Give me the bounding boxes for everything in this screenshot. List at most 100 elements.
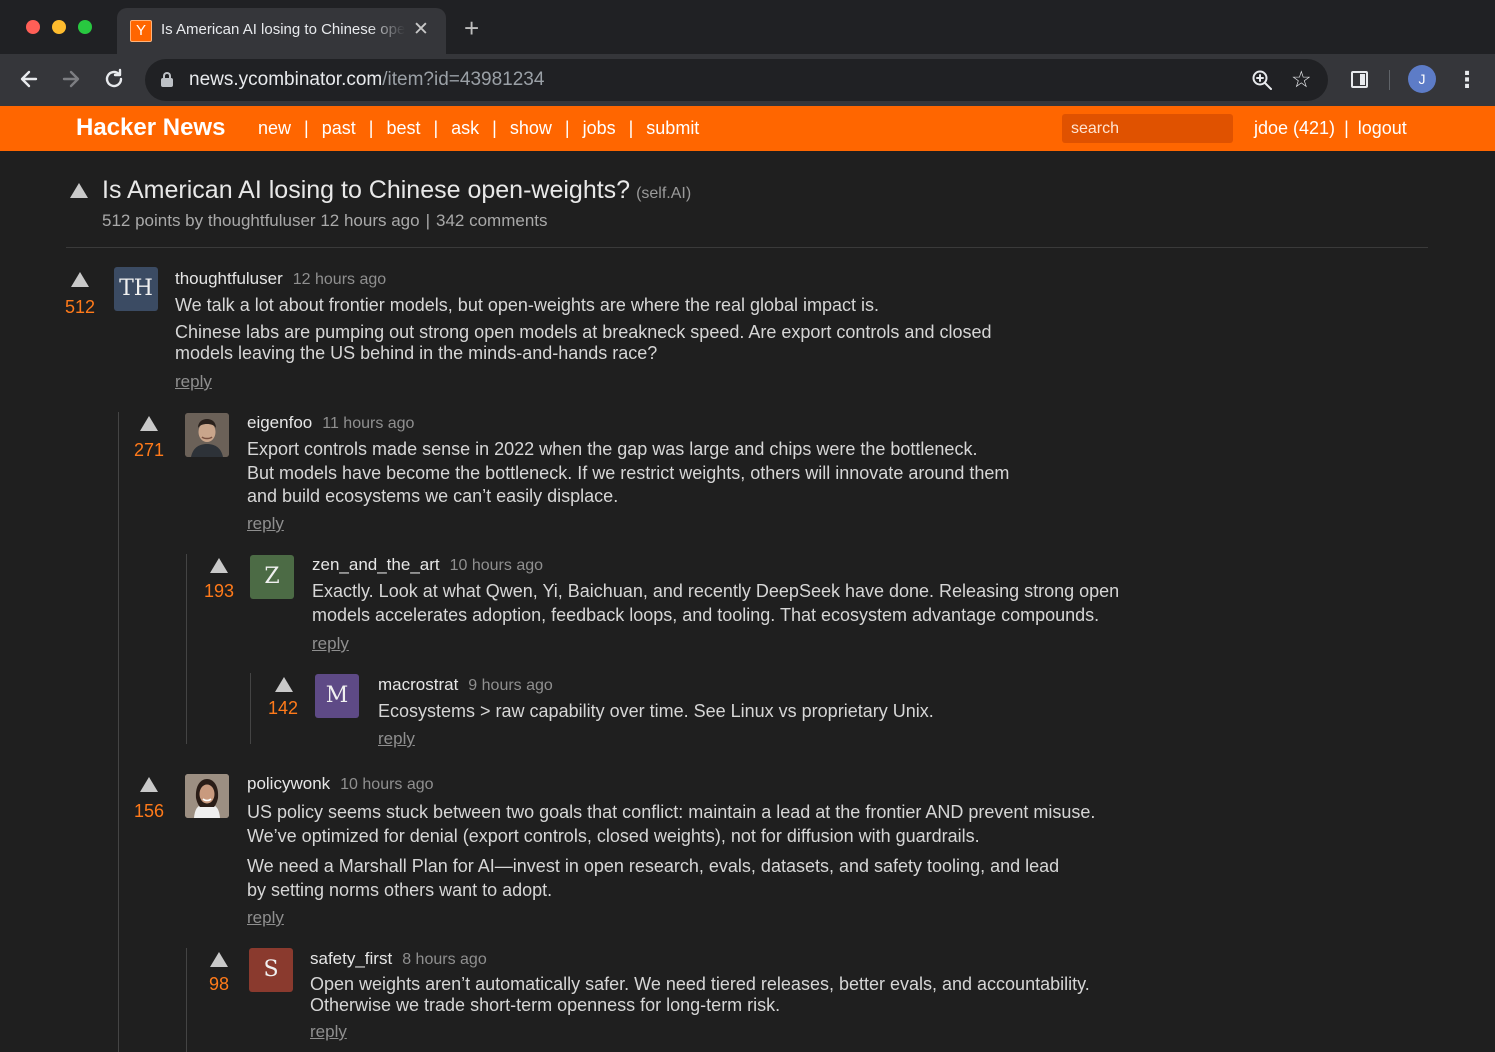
comment-username[interactable]: zen_and_the_art <box>312 555 440 574</box>
thread-line <box>250 673 251 744</box>
thread-line <box>186 948 187 1052</box>
divider <box>66 247 1428 248</box>
comment-age[interactable]: 10 hours ago <box>450 557 543 574</box>
comment-text: Export controls made sense in 2022 when … <box>247 439 978 459</box>
reply-link[interactable]: reply <box>310 1022 347 1042</box>
browser-titlebar: Y Is American AI losing to Chinese open-… <box>0 0 1495 54</box>
comment-header: policywonk 10 hours ago <box>247 774 434 794</box>
address-bar[interactable]: news.ycombinator.com/item?id=43981234 ☆ <box>145 59 1328 101</box>
comment-age[interactable]: 12 hours ago <box>293 271 386 288</box>
comment-text: US policy seems stuck between two goals … <box>247 802 1096 822</box>
comment-age[interactable]: 11 hours ago <box>322 415 414 432</box>
avatar: M <box>315 674 359 718</box>
comment-age[interactable]: 10 hours ago <box>340 776 433 793</box>
reply-link[interactable]: reply <box>378 729 415 749</box>
comment-text: Exactly. Look at what Qwen, Yi, Baichuan… <box>312 581 1120 601</box>
window-minimize-button[interactable] <box>52 20 66 34</box>
tab-title: Is American AI losing to Chinese open-we… <box>161 21 405 38</box>
reply-link[interactable]: reply <box>175 372 212 392</box>
comment-text: We talk a lot about frontier models, but… <box>175 295 880 315</box>
comment-score: 98 <box>208 974 230 994</box>
nav-show[interactable]: show <box>510 118 552 138</box>
lock-icon[interactable] <box>161 72 173 88</box>
comment-age[interactable]: 8 hours ago <box>402 951 487 968</box>
nav-ask[interactable]: ask <box>451 118 479 138</box>
reply-link[interactable]: reply <box>247 908 284 928</box>
window-close-button[interactable] <box>26 20 40 34</box>
back-arrow-icon[interactable] <box>14 64 44 94</box>
user-link[interactable]: jdoe (421) <box>1254 118 1335 138</box>
forward-arrow-icon[interactable] <box>56 64 86 94</box>
reply-link[interactable]: reply <box>247 514 284 534</box>
nav-best[interactable]: best <box>386 118 420 138</box>
comment-score: 193 <box>203 581 235 601</box>
story-title: Is American AI losing to Chinese open-we… <box>102 176 691 205</box>
nav-submit[interactable]: submit <box>646 118 699 138</box>
comment-score: 271 <box>133 440 165 460</box>
comment-text: Ecosystems > raw capability over time. S… <box>378 701 934 721</box>
upvote-icon[interactable] <box>210 952 228 967</box>
person-photo-icon <box>185 413 229 457</box>
comment-text: models accelerates adoption, feedback lo… <box>312 605 1100 625</box>
url-path: /item?id=43981234 <box>382 69 545 90</box>
plus-icon[interactable]: + <box>464 14 479 42</box>
upvote-icon[interactable] <box>275 677 293 692</box>
thread-line <box>118 412 119 1052</box>
comment-age[interactable]: 9 hours ago <box>468 677 553 694</box>
upvote-icon[interactable] <box>210 558 228 573</box>
avatar <box>185 774 229 818</box>
hn-logo[interactable]: Hacker News <box>76 114 225 142</box>
comment-text: Chinese labs are pumping out strong open… <box>175 322 992 342</box>
search-input[interactable] <box>1062 114 1233 143</box>
toolbar-divider <box>1389 70 1390 90</box>
hn-header: Hacker News new | past | best | ask | show | jobs |… <box>0 106 1495 151</box>
url-host: news.ycombinator.com <box>189 69 383 90</box>
story-title-link[interactable]: Is American AI losing to Chinese open-we… <box>102 176 630 204</box>
comment-username[interactable]: safety_first <box>310 949 392 968</box>
upvote-icon[interactable] <box>140 777 158 792</box>
window-maximize-button[interactable] <box>78 20 92 34</box>
browser-tab[interactable]: Y Is American AI losing to Chinese open-… <box>117 8 446 54</box>
comment-header: macrostrat 9 hours ago <box>378 675 553 695</box>
nav-past[interactable]: past <box>322 118 356 138</box>
reload-icon[interactable] <box>99 64 129 94</box>
star-icon[interactable]: ☆ <box>1291 65 1312 93</box>
story-domain[interactable]: (self.AI) <box>636 185 691 202</box>
comment-header: thoughtfuluser 12 hours ago <box>175 269 386 289</box>
avatar: Z <box>250 555 294 599</box>
comment-username[interactable]: thoughtfuluser <box>175 269 283 288</box>
comment-score: 142 <box>267 698 299 718</box>
comment-username[interactable]: macrostrat <box>378 675 458 694</box>
thread-line <box>186 554 187 744</box>
comment-text: We need a Marshall Plan for AI—invest in… <box>247 856 1060 876</box>
side-panel-icon[interactable] <box>1351 71 1368 88</box>
url-text[interactable]: news.ycombinator.com/item?id=43981234 <box>189 69 544 91</box>
upvote-icon[interactable] <box>140 416 158 431</box>
nav-new[interactable]: new <box>258 118 291 138</box>
comment-score: 156 <box>133 801 165 821</box>
comment-text: Open weights aren’t automatically safer.… <box>310 974 1090 994</box>
comment-text: Otherwise we trade short-term openness f… <box>310 995 781 1015</box>
comment-text: We’ve optimized for denial (export contr… <box>247 826 980 846</box>
story-comments-link[interactable]: 342 comments <box>436 211 548 230</box>
avatar: TH <box>114 267 158 311</box>
comment-header: eigenfoo 11 hours ago <box>247 413 414 433</box>
hn-nav: new | past | best | ask | show | jobs | submit <box>258 118 700 138</box>
profile-avatar[interactable]: J <box>1408 65 1436 93</box>
upvote-icon[interactable] <box>70 183 88 198</box>
hn-favicon-icon: Y <box>130 20 152 42</box>
logout-link[interactable]: logout <box>1358 118 1407 138</box>
comment-header: zen_and_the_art 10 hours ago <box>312 555 543 575</box>
reply-link[interactable]: reply <box>312 634 349 654</box>
comment-username[interactable]: eigenfoo <box>247 413 312 432</box>
story-points-by: 512 points by thoughtfuluser 12 hours ag… <box>102 211 420 230</box>
zoom-icon[interactable] <box>1249 67 1275 93</box>
comment-score: 512 <box>64 297 96 317</box>
user-menu: jdoe (421) | logout <box>1254 118 1407 138</box>
nav-jobs[interactable]: jobs <box>583 118 616 138</box>
menu-icon[interactable]: ⋮ <box>1456 66 1478 94</box>
story-meta: 512 points by thoughtfuluser 12 hours ag… <box>102 211 548 230</box>
close-icon[interactable]: ✕ <box>413 18 429 42</box>
upvote-icon[interactable] <box>71 272 89 287</box>
comment-username[interactable]: policywonk <box>247 774 330 793</box>
